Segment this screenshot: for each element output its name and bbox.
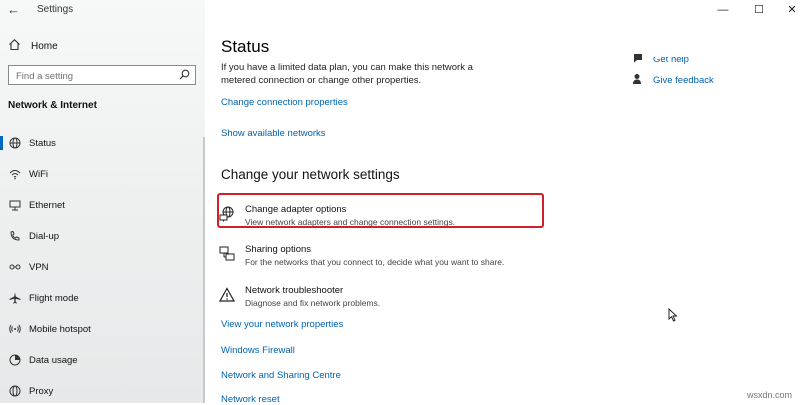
main-content: — ☐ ✕ Status If you have a limited data …	[205, 0, 800, 405]
globe-icon	[8, 137, 21, 150]
app-title: Settings	[37, 4, 74, 15]
phone-icon	[8, 230, 21, 243]
mouse-cursor-icon	[668, 308, 678, 322]
watermark: wsxdn.com	[746, 390, 792, 400]
sharing-options[interactable]: Sharing options For the networks that yo…	[219, 244, 539, 272]
network-sharing-centre-link[interactable]: Network and Sharing Centre	[221, 370, 341, 381]
section-heading: Network & Internet	[8, 100, 97, 111]
vpn-icon	[8, 261, 21, 274]
option-description: Diagnose and fix network problems.	[245, 298, 381, 308]
sidebar-item-proxy[interactable]: Proxy	[0, 379, 205, 403]
sidebar-item-label: Status	[29, 137, 56, 149]
sharing-icon	[219, 246, 235, 261]
sidebar-item-label: Mobile hotspot	[29, 323, 91, 335]
sidebar-item-label: Ethernet	[29, 199, 65, 211]
home-label: Home	[31, 40, 58, 52]
help-icon	[634, 54, 642, 63]
sidebar-item-label: Data usage	[29, 354, 78, 366]
show-available-networks-link[interactable]: Show available networks	[221, 128, 326, 139]
network-reset-link[interactable]: Network reset	[221, 394, 280, 405]
sidebar-item-label: WiFi	[29, 168, 48, 180]
search-input[interactable]	[9, 67, 176, 86]
wifi-icon	[8, 168, 21, 181]
option-title: Sharing options	[245, 244, 312, 255]
close-button[interactable]: ✕	[784, 3, 800, 17]
search-icon[interactable]	[179, 69, 190, 80]
airplane-icon	[8, 292, 21, 305]
option-description: For the networks that you connect to, de…	[245, 257, 505, 267]
sidebar-item-wifi[interactable]: WiFi	[0, 162, 205, 186]
change-connection-properties-link[interactable]: Change connection properties	[221, 97, 348, 108]
get-help-link[interactable]: Get help	[653, 57, 689, 65]
data-usage-icon	[8, 354, 21, 367]
sidebar-item-data-usage[interactable]: Data usage	[0, 348, 205, 372]
back-button[interactable]: ←	[7, 3, 21, 17]
search-box[interactable]	[8, 65, 196, 86]
view-network-properties-link[interactable]: View your network properties	[221, 319, 343, 330]
sidebar-item-label: Proxy	[29, 385, 54, 397]
proxy-globe-icon	[8, 385, 21, 398]
sidebar-item-label: VPN	[29, 261, 49, 273]
sidebar-item-ethernet[interactable]: Ethernet	[0, 193, 205, 217]
option-title: Network troubleshooter	[245, 285, 344, 296]
network-troubleshooter[interactable]: Network troubleshooter Diagnose and fix …	[219, 285, 539, 313]
sidebar-item-status[interactable]: Status	[0, 131, 205, 155]
windows-firewall-link[interactable]: Windows Firewall	[221, 345, 295, 356]
give-feedback-link[interactable]: Give feedback	[653, 75, 714, 86]
change-network-settings-heading: Change your network settings	[221, 167, 400, 182]
ethernet-icon	[8, 199, 21, 212]
metered-description: If you have a limited data plan, you can…	[221, 62, 473, 86]
sidebar-item-label: Flight mode	[29, 292, 79, 304]
home-icon	[8, 38, 22, 54]
home-nav-item[interactable]: Home	[8, 39, 58, 53]
sidebar: ← Settings Home Network & Internet Statu…	[0, 0, 205, 403]
sidebar-item-mobile-hotspot[interactable]: Mobile hotspot	[0, 317, 205, 341]
minimize-button[interactable]: —	[715, 3, 731, 17]
hotspot-icon	[8, 323, 21, 336]
sidebar-item-label: Dial-up	[29, 230, 60, 242]
red-highlight-box	[217, 193, 544, 228]
sidebar-item-dialup[interactable]: Dial-up	[0, 224, 205, 248]
sidebar-item-vpn[interactable]: VPN	[0, 255, 205, 279]
page-title: Status	[221, 37, 270, 56]
warning-icon	[219, 287, 235, 302]
sidebar-item-flight-mode[interactable]: Flight mode	[0, 286, 205, 310]
feedback-icon	[633, 74, 641, 84]
maximize-button[interactable]: ☐	[751, 3, 767, 17]
